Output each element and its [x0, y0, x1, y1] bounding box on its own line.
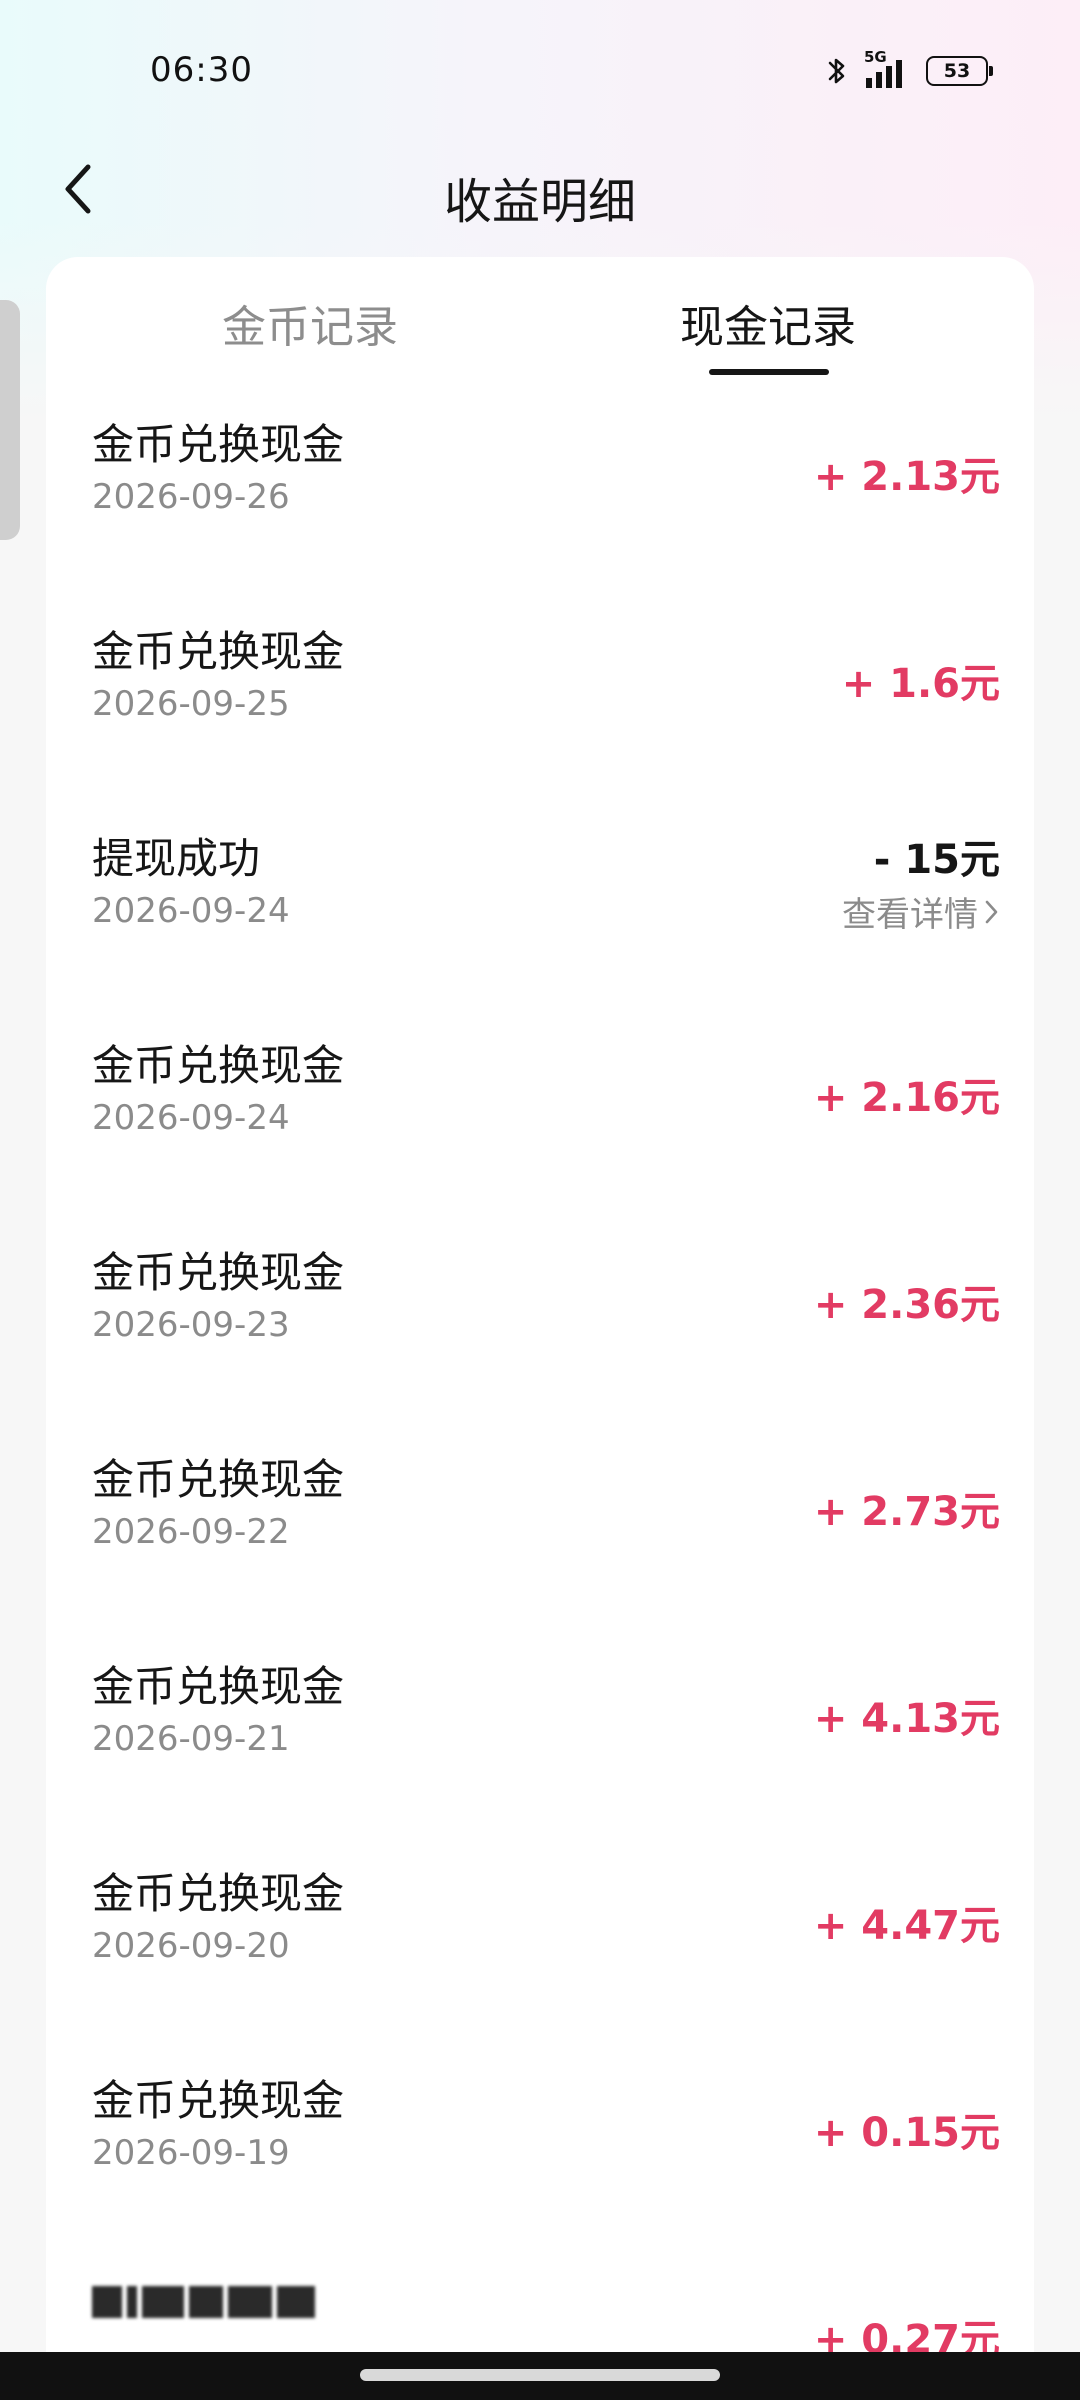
record-row[interactable]: 金币兑换现金 2026-09-23 + 2.36元 [46, 1215, 1034, 1422]
record-amount: + 4.13元 [813, 1696, 1000, 1742]
record-amount: + 1.6元 [841, 661, 1000, 707]
edge-handle[interactable] [0, 300, 20, 540]
record-title-cut-off [92, 2286, 315, 2318]
record-amount: + 2.16元 [813, 1075, 1000, 1121]
view-details-link[interactable]: 查看详情 [842, 887, 1000, 936]
status-bar: 06:30 5G 53 [0, 0, 1080, 140]
record-row[interactable]: 金币兑换现金 2026-09-19 + 0.15元 [46, 2043, 1034, 2250]
record-title: 金币兑换现金 [92, 1662, 345, 1711]
record-date: 2026-09-24 [92, 1098, 290, 1138]
record-title: 金币兑换现金 [92, 627, 345, 676]
tab-coin-records[interactable]: 金币记录 [160, 291, 460, 355]
record-tabs: 金币记录 现金记录 [46, 257, 1034, 387]
home-indicator[interactable] [360, 2369, 720, 2381]
record-row[interactable]: 金币兑换现金 2026-09-25 + 1.6元 [46, 594, 1034, 801]
record-title: 金币兑换现金 [92, 420, 345, 469]
record-date: 2026-09-23 [92, 1305, 290, 1345]
record-amount: - 15元 [873, 837, 1000, 883]
record-title: 提现成功 [92, 834, 261, 883]
record-amount: + 2.36元 [813, 1282, 1000, 1328]
record-date: 2026-09-24 [92, 891, 290, 931]
header: 收益明细 [0, 140, 1080, 240]
record-date: 2026-09-25 [92, 684, 290, 724]
cash-record-list: 金币兑换现金 2026-09-26 + 2.13元 金币兑换现金 2026-09… [46, 387, 1034, 2400]
record-amount: + 2.73元 [813, 1489, 1000, 1535]
record-amount: + 0.15元 [813, 2110, 1000, 2156]
record-title: 金币兑换现金 [92, 1455, 345, 1504]
active-tab-indicator [709, 369, 829, 375]
record-amount: + 2.13元 [813, 454, 1000, 500]
bluetooth-icon [828, 58, 845, 84]
record-title: 金币兑换现金 [92, 2076, 345, 2125]
record-date: 2026-09-20 [92, 1926, 290, 1966]
record-title: 金币兑换现金 [92, 1869, 345, 1918]
status-time: 06:30 [150, 50, 253, 90]
record-title: 金币兑换现金 [92, 1248, 345, 1297]
record-date: 2026-09-19 [92, 2133, 290, 2173]
record-date: 2026-09-22 [92, 1512, 290, 1552]
view-details-label: 查看详情 [842, 895, 978, 935]
records-card: 金币记录 现金记录 金币兑换现金 2026-09-26 + 2.13元 金币兑换… [46, 257, 1034, 2400]
record-row[interactable]: 金币兑换现金 2026-09-20 + 4.47元 [46, 1836, 1034, 2043]
status-icons: 5G 53 [826, 48, 993, 90]
record-title: 金币兑换现金 [92, 1041, 345, 1090]
chevron-right-icon [985, 900, 998, 923]
record-row[interactable]: 金币兑换现金 2026-09-22 + 2.73元 [46, 1422, 1034, 1629]
record-amount: + 4.47元 [813, 1903, 1000, 1949]
record-row[interactable]: 金币兑换现金 2026-09-26 + 2.13元 [46, 387, 1034, 594]
tab-cash-records[interactable]: 现金记录 [618, 291, 918, 355]
record-date: 2026-09-21 [92, 1719, 290, 1759]
signal-icon: 5G [862, 48, 912, 90]
page-title: 收益明细 [443, 174, 636, 230]
battery-level: 53 [943, 60, 971, 82]
record-date: 2026-09-26 [92, 477, 290, 517]
record-row[interactable]: 金币兑换现金 2026-09-21 + 4.13元 [46, 1629, 1034, 1836]
battery-icon: 53 [926, 56, 993, 86]
record-row[interactable]: 金币兑换现金 2026-09-24 + 2.16元 [46, 1008, 1034, 1215]
record-row-withdrawal[interactable]: 提现成功 2026-09-24 - 15元 查看详情 [46, 801, 1034, 1008]
